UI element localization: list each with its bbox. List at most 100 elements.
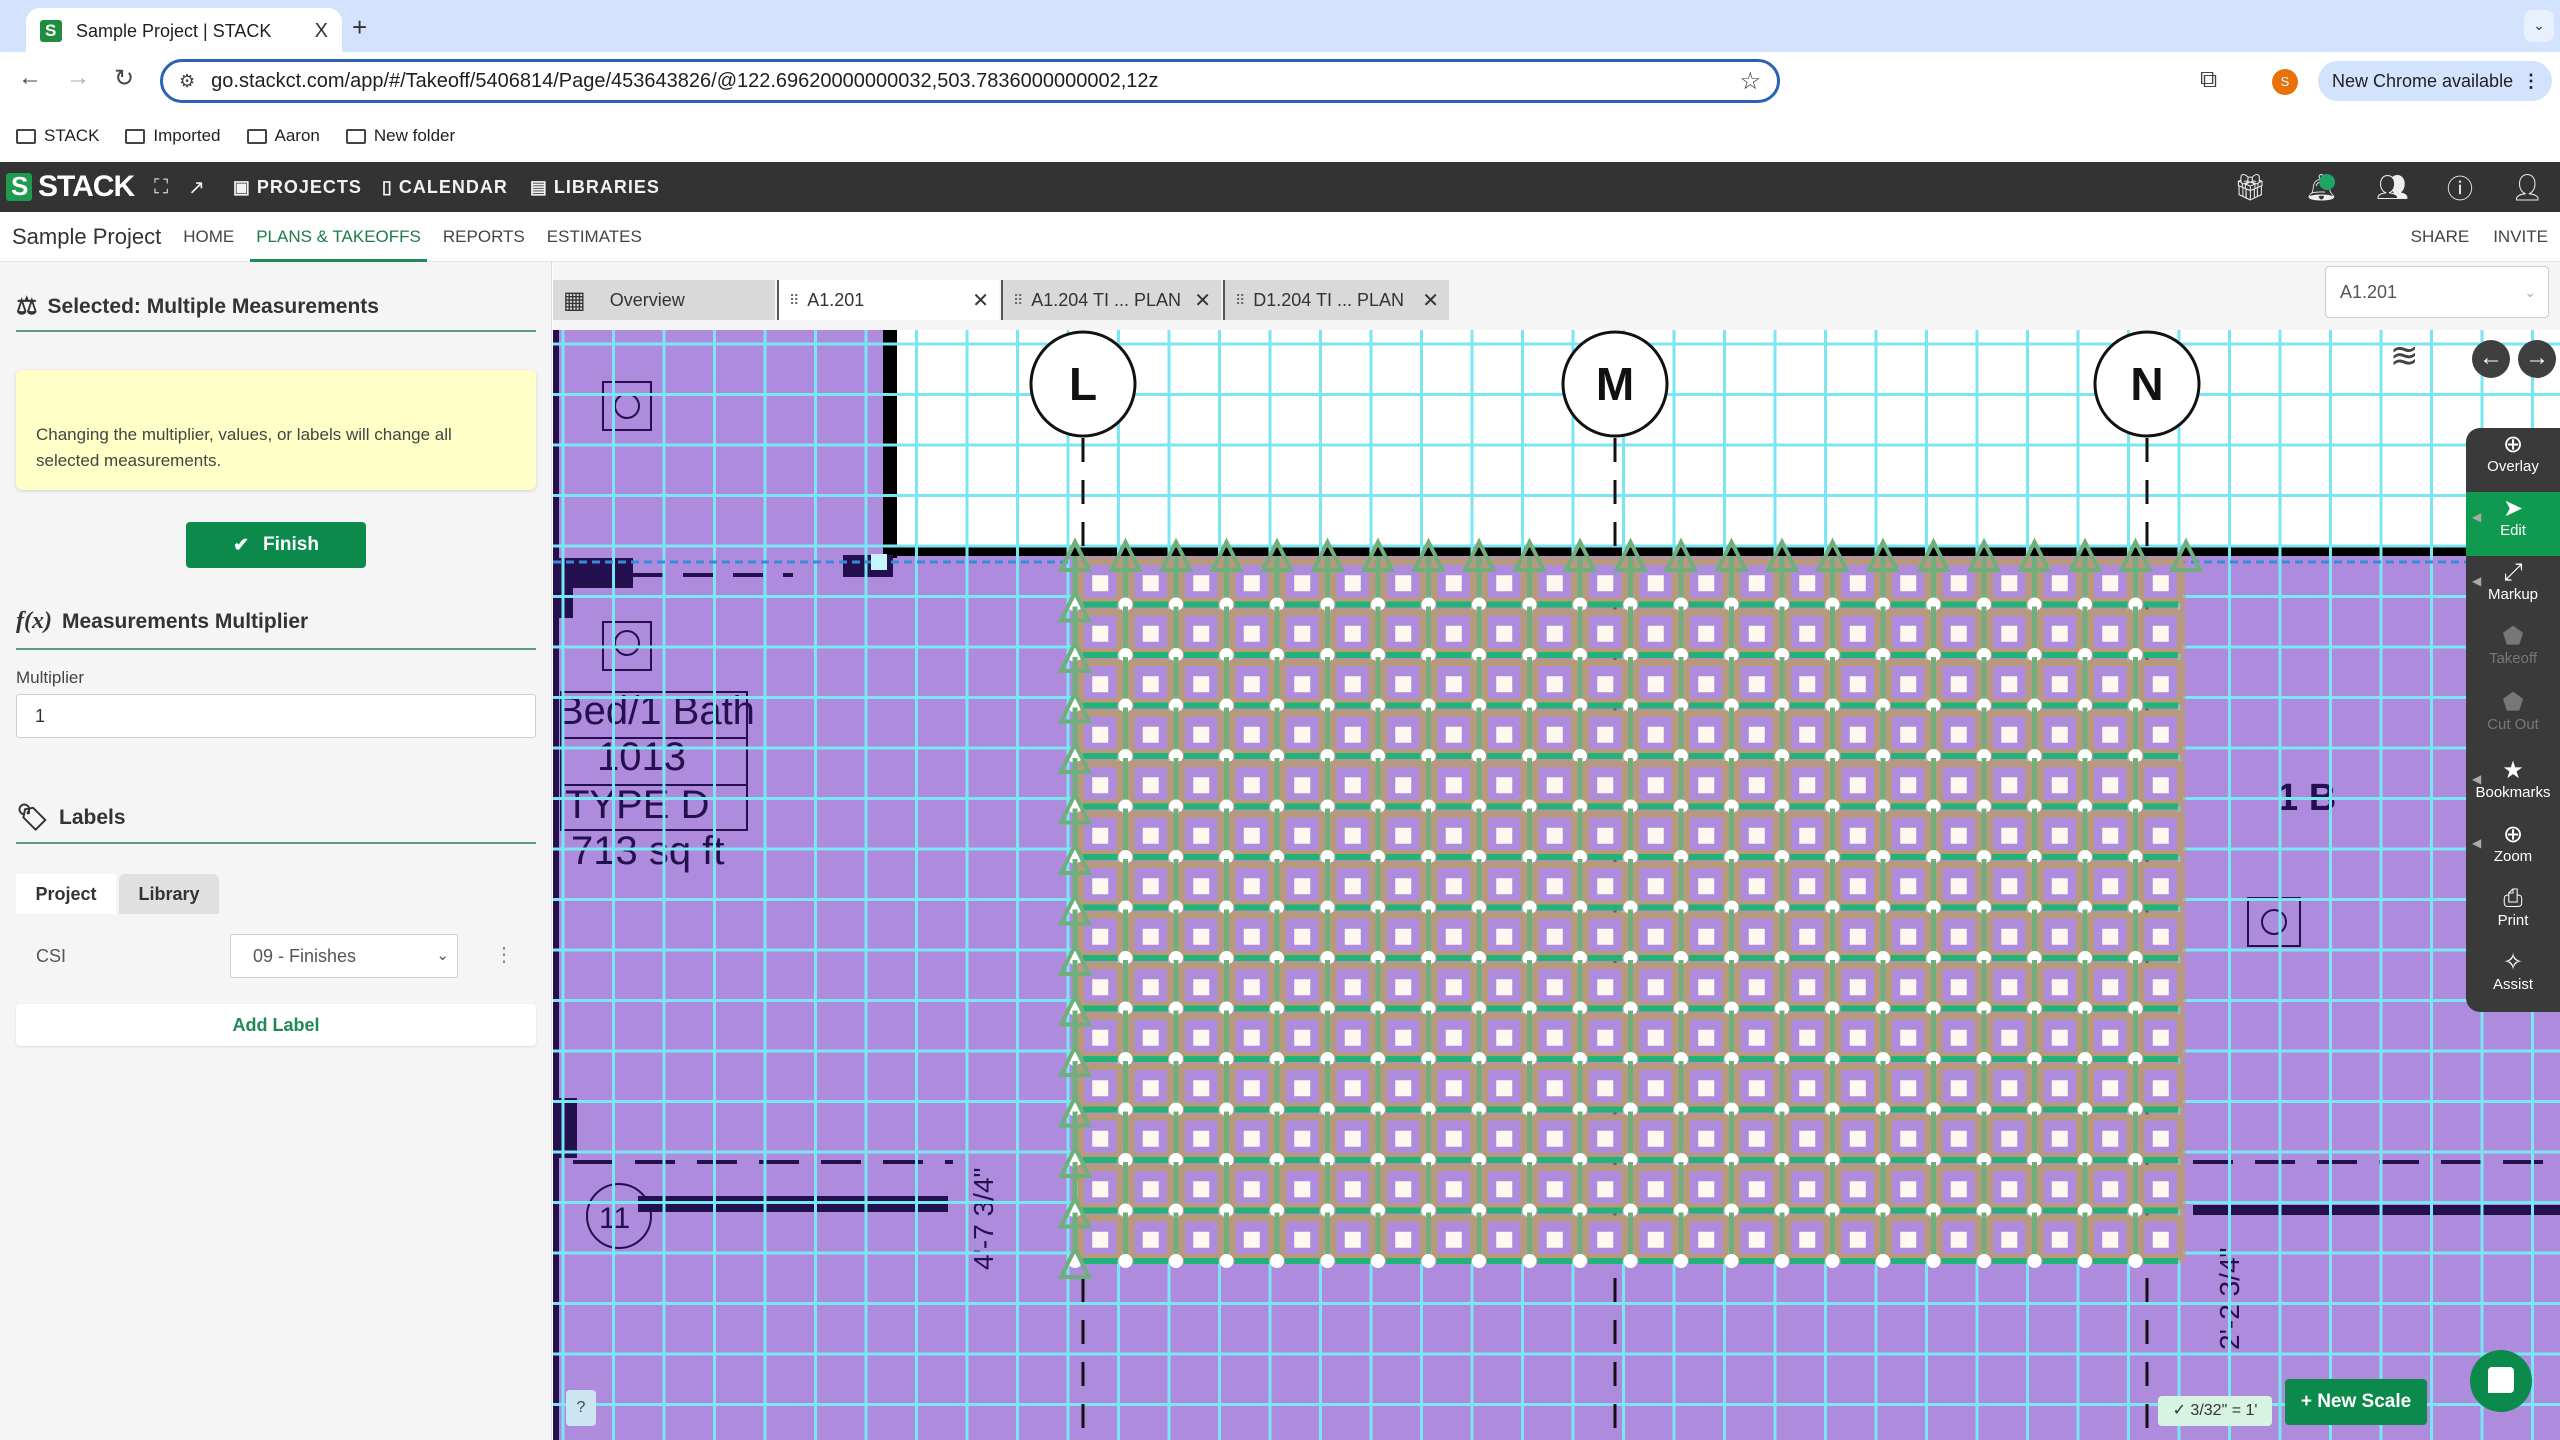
help-circle-icon[interactable]: ⓘ (2447, 169, 2473, 206)
share-link[interactable]: SHARE (2411, 227, 2470, 247)
team-users-icon[interactable]: 👥︎ (2376, 172, 2409, 203)
measurement-point (1900, 1080, 1917, 1097)
tool-overlay[interactable]: ⊕ Overlay (2466, 428, 2560, 492)
tab-a1-204[interactable]: ⠿ A1.204 TI ... PLAN ✕ (1001, 280, 1221, 320)
measurement-point (1395, 928, 1412, 945)
layers-stack-icon[interactable]: ≋ (2390, 336, 2419, 376)
measurement-point (1647, 979, 1664, 996)
close-tab-icon[interactable]: ✕ (1194, 288, 1211, 313)
drag-handle-icon[interactable]: ⠿ (789, 292, 799, 309)
measurement-point (2051, 827, 2068, 844)
extensions-puzzle-icon[interactable]: ⧉ (2200, 66, 2217, 94)
bookmark-folder[interactable]: Aaron (246, 126, 320, 146)
nav-libraries[interactable]: ▤ LIBRARIES (530, 177, 660, 198)
measurement-point (2001, 1029, 2018, 1046)
new-chrome-available-button[interactable]: New Chrome available ⋮ (2318, 61, 2552, 101)
measurement-point (1849, 726, 1866, 743)
new-scale-button[interactable]: + New Scale (2285, 1379, 2427, 1425)
measurement-vertex (1623, 1254, 1638, 1268)
sheet-selector[interactable]: A1.201 ⌄ (2325, 266, 2549, 318)
cutout-icon: ⬟ (2502, 689, 2524, 716)
tool-assist[interactable]: ✧ Assist (2466, 946, 2560, 1010)
notifications-bell-icon[interactable]: 🔔︎ (2305, 172, 2338, 203)
address-bar[interactable]: ⚙ go.stackct.com/app/#/Takeoff/5406814/P… (160, 59, 1780, 103)
invite-link[interactable]: INVITE (2493, 227, 2548, 247)
measurement-point (1344, 726, 1361, 743)
subnav-home[interactable]: HOME (183, 212, 234, 262)
room-type-text: TYPE D (565, 783, 709, 827)
plan-canvas[interactable]: Bed/1 Bath 1013 TYPE D 713 sq ft 11 4'-7… (553, 330, 2560, 1440)
current-scale-badge[interactable]: ✓ 3/32" = 1' (2158, 1396, 2272, 1426)
multiplier-input[interactable]: 1 (16, 694, 536, 738)
measurement-point (1294, 1181, 1311, 1198)
tab-a1-201[interactable]: ⠿ A1.201 ✕ (777, 280, 999, 320)
browser-tab[interactable]: Sample Project | STACK X (26, 8, 342, 54)
user-settings-icon[interactable]: 👤︎ (2511, 172, 2544, 203)
measurement-point (2152, 1231, 2169, 1248)
next-sheet-arrow-icon[interactable]: → (2518, 340, 2556, 378)
subnav-estimates[interactable]: ESTIMATES (547, 212, 642, 262)
reload-icon[interactable]: ↻ (114, 64, 134, 93)
floor-plan-drawing[interactable]: Bed/1 Bath 1013 TYPE D 713 sq ft 11 4'-7… (553, 330, 2560, 1440)
previous-sheet-arrow-icon[interactable]: ← (2472, 340, 2510, 378)
browser-tab-strip: Sample Project | STACK X + ⌄ (0, 0, 2560, 54)
tool-markup[interactable]: ◀ ⤢ Markup (2466, 556, 2560, 620)
nav-calendar[interactable]: ▯ CALENDAR (382, 177, 508, 198)
forward-arrow-icon[interactable]: → (66, 64, 90, 92)
close-tab-icon[interactable]: ✕ (1422, 288, 1439, 313)
room-name-text: Bed/1 Bath (557, 689, 755, 733)
tab-search-chevron-icon[interactable]: ⌄ (2524, 10, 2554, 42)
back-arrow-icon[interactable]: ← (18, 64, 42, 92)
subnav-reports[interactable]: REPORTS (443, 212, 525, 262)
tool-print[interactable]: ⎙ Print (2466, 882, 2560, 946)
tool-zoom[interactable]: ◀ ⊕ Zoom (2466, 818, 2560, 882)
tool-takeoff[interactable]: ⬟ Takeoff (2466, 620, 2560, 684)
measurement-point (1092, 575, 1109, 592)
tab-library[interactable]: Library (119, 874, 219, 914)
finish-button[interactable]: ✔ Finish (186, 522, 366, 568)
drag-handle-icon[interactable]: ⠿ (1013, 292, 1023, 309)
measurement-point (1193, 726, 1210, 743)
fullscreen-icon[interactable]: ⛶ (154, 176, 168, 199)
measurement-point (1445, 979, 1462, 996)
tab-project[interactable]: Project (16, 874, 116, 914)
tab-label: D1.204 TI ... PLAN (1253, 289, 1405, 310)
tool-bookmarks[interactable]: ◀ ★ Bookmarks (2466, 754, 2560, 818)
measurement-point (1748, 827, 1765, 844)
gift-icon[interactable]: 🎁︎ (2234, 172, 2267, 203)
csi-select[interactable]: 09 - Finishes ⌄ (230, 934, 458, 978)
external-link-icon[interactable]: ↗ (188, 175, 205, 200)
chat-support-icon[interactable] (2470, 1350, 2532, 1412)
profile-avatar[interactable]: S (2272, 69, 2298, 95)
subnav-plans-takeoffs[interactable]: PLANS & TAKEOFFS (250, 212, 427, 262)
add-label-button[interactable]: Add Label (16, 1004, 536, 1046)
bookmark-folder[interactable]: Imported (125, 126, 221, 146)
measurement-point (1496, 928, 1513, 945)
room-number-text: 1013 (597, 735, 686, 779)
nav-projects[interactable]: ▣ PROJECTS (233, 177, 362, 198)
selection-handle[interactable] (871, 554, 887, 570)
measurement-point (1193, 777, 1210, 794)
measurement-point (1395, 979, 1412, 996)
close-tab-icon[interactable]: ✕ (972, 288, 989, 313)
new-tab-button[interactable]: + (352, 12, 367, 43)
measurement-point (1395, 777, 1412, 794)
more-options-icon[interactable]: ⋮ (494, 942, 514, 967)
measurement-point (1849, 878, 1866, 895)
drag-handle-icon[interactable]: ⠿ (1235, 292, 1245, 309)
site-settings-icon[interactable]: ⚙ (179, 71, 195, 92)
tab-d1-204[interactable]: ⠿ D1.204 TI ... PLAN ✕ (1223, 280, 1449, 320)
selected-measurements[interactable] (1057, 537, 2204, 1279)
bookmark-star-icon[interactable]: ☆ (1739, 67, 1761, 96)
bookmark-folder[interactable]: New folder (345, 126, 455, 146)
tab-overview[interactable]: ▦ Overview (553, 280, 775, 320)
measurement-point (1445, 1130, 1462, 1147)
stack-logo[interactable]: STACK (6, 170, 135, 204)
tool-edit[interactable]: ◀ ➤ Edit (2466, 492, 2560, 556)
kebab-menu-icon[interactable]: ⋮ (2522, 71, 2540, 92)
checkmark-icon: ✓ (2172, 1402, 2191, 1419)
help-question-icon[interactable]: ? (566, 1390, 596, 1426)
bookmark-folder[interactable]: STACK (16, 126, 99, 146)
tool-cut-out[interactable]: ⬟ Cut Out (2466, 686, 2560, 750)
close-tab-icon[interactable]: X (315, 20, 328, 43)
